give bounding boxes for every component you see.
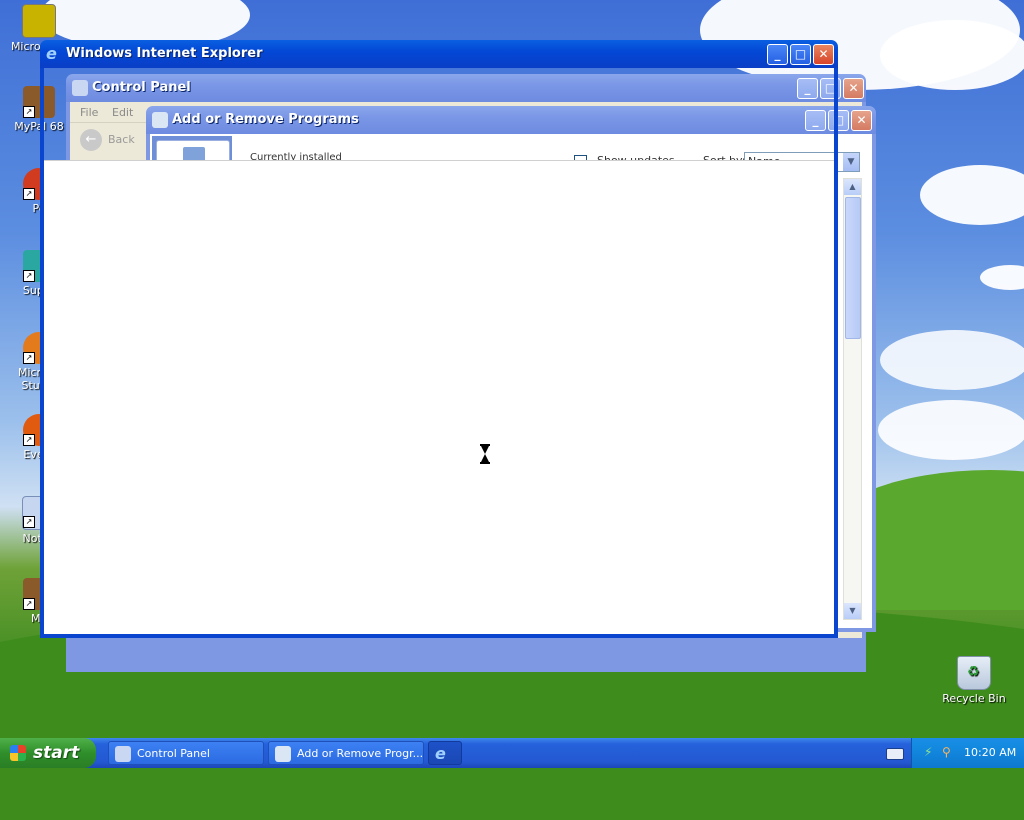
maximize-button[interactable]: □ [790, 44, 811, 65]
taskbar-item-add-remove-programs[interactable]: Add or Remove Progr... [268, 741, 424, 765]
ie-titlebar[interactable]: e Windows Internet Explorer _ □ ✕ [40, 40, 838, 68]
outlook-icon [22, 4, 56, 38]
desktop-icon-recycle-bin[interactable]: ♻ Recycle Bin [938, 656, 1010, 705]
shortcut-arrow-icon: ↗ [23, 598, 35, 610]
ie-unpainted-area [44, 68, 834, 160]
shortcut-arrow-icon: ↗ [23, 516, 35, 528]
vertical-scrollbar[interactable]: ▲ ▼ [843, 178, 862, 620]
close-button[interactable]: ✕ [851, 110, 872, 131]
internet-explorer-window[interactable]: e Windows Internet Explorer _ □ ✕ [40, 40, 838, 638]
search-icon[interactable]: ⚲ [942, 745, 956, 759]
scroll-down-button[interactable]: ▼ [844, 603, 861, 619]
add-remove-programs-icon [275, 746, 291, 762]
close-button[interactable]: ✕ [813, 44, 834, 65]
recycle-bin-icon: ♻ [957, 656, 991, 690]
window-title: Windows Internet Explorer [66, 46, 263, 61]
chevron-down-icon[interactable]: ▼ [843, 153, 859, 171]
windows-logo-icon [10, 745, 26, 761]
ie-body [40, 68, 838, 638]
control-panel-icon [115, 746, 131, 762]
hourglass-cursor-icon [480, 444, 490, 464]
taskbar-item-control-panel[interactable]: Control Panel [108, 741, 264, 765]
taskbar: start Control Panel Add or Remove Progr.… [0, 738, 1024, 768]
shortcut-arrow-icon: ↗ [23, 188, 35, 200]
scroll-thumb[interactable] [845, 197, 861, 339]
shortcut-arrow-icon: ↗ [23, 106, 35, 118]
network-icon[interactable]: ⚡ [924, 745, 938, 759]
system-tray: ⚡ ⚲ 10:20 AM [911, 738, 1024, 768]
close-button[interactable]: ✕ [843, 78, 864, 99]
shortcut-arrow-icon: ↗ [23, 352, 35, 364]
taskbar-item-label: Add or Remove Progr... [297, 747, 424, 760]
ie-content-area [44, 160, 834, 634]
desktop-icon-label: Recycle Bin [942, 692, 1006, 705]
keyboard-icon[interactable] [886, 748, 904, 760]
internet-explorer-icon: e [435, 744, 446, 763]
minimize-button[interactable]: _ [767, 44, 788, 65]
shortcut-arrow-icon: ↗ [23, 270, 35, 282]
start-label: start [33, 743, 80, 763]
scroll-up-button[interactable]: ▲ [844, 179, 861, 195]
taskbar-item-label: Control Panel [137, 747, 210, 760]
shortcut-arrow-icon: ↗ [23, 434, 35, 446]
start-button[interactable]: start [0, 738, 96, 768]
clock: 10:20 AM [964, 746, 1017, 759]
taskbar-item-internet-explorer[interactable]: e [428, 741, 462, 765]
internet-explorer-icon: e [46, 44, 57, 63]
